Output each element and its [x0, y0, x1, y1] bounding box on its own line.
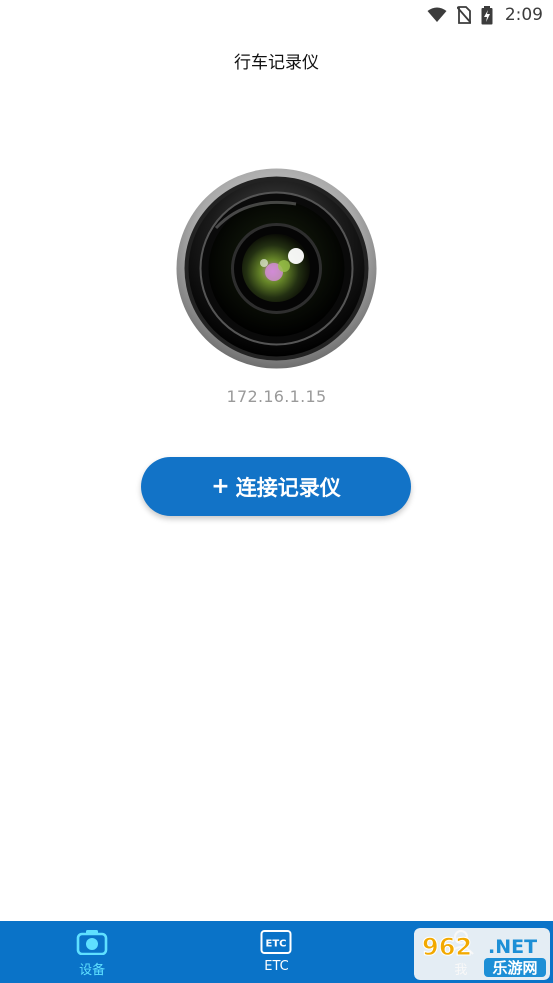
camera-lens-image: [176, 168, 377, 369]
tab-etc[interactable]: ETC ETC: [184, 921, 368, 983]
device-ip-address: 172.16.1.15: [226, 387, 327, 406]
wifi-icon: [427, 7, 447, 22]
connect-recorder-label: 连接记录仪: [235, 475, 341, 500]
no-sim-icon: [456, 6, 471, 24]
screen: 2:09 行车记录仪 172.16.1.15 + 连接记录仪 设备 ETC ET…: [0, 0, 553, 983]
tab-device-label: 设备: [79, 963, 106, 978]
svg-text:.NET: .NET: [488, 936, 537, 958]
svg-text:962: 962: [422, 933, 472, 961]
tab-etc-label: ETC: [264, 959, 289, 974]
camera-lens-icon: [176, 168, 377, 369]
svg-text:乐游网: 乐游网: [492, 959, 537, 977]
status-time: 2:09: [504, 5, 543, 25]
camera-icon: [76, 930, 108, 955]
status-bar: 2:09: [0, 0, 553, 30]
watermark-logo: 962 .NET 乐游网: [414, 928, 550, 980]
watermark-logo-icon: 962 .NET 乐游网: [414, 928, 550, 980]
page-title: 行车记录仪: [234, 53, 319, 73]
battery-charging-icon: [481, 5, 493, 24]
svg-text:ETC: ETC: [266, 939, 287, 950]
etc-icon: ETC: [260, 930, 292, 954]
tab-device[interactable]: 设备: [0, 921, 184, 983]
plus-icon: +: [211, 474, 230, 499]
connect-recorder-button[interactable]: + 连接记录仪: [141, 457, 411, 516]
